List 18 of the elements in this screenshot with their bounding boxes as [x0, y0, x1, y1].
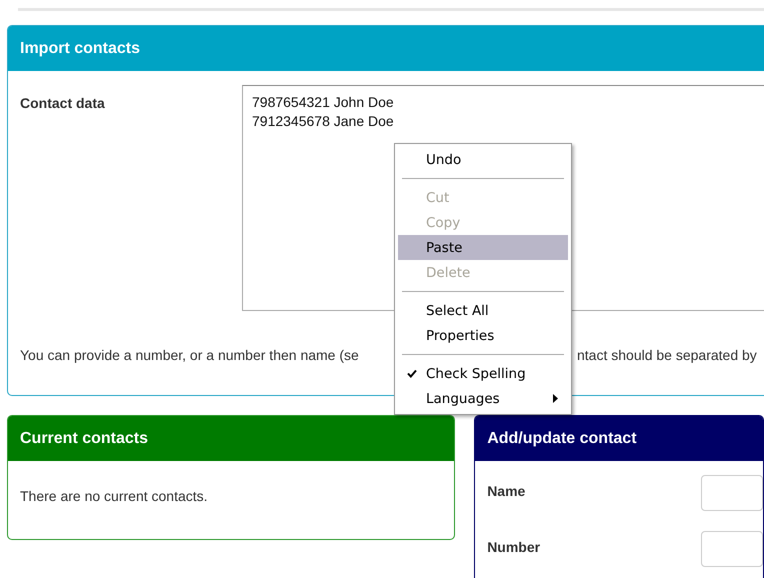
menu-item[interactable]: Properties	[398, 323, 568, 348]
menu-item[interactable]: Undo	[398, 147, 568, 172]
empty-message: There are no current contacts.	[20, 488, 208, 504]
submenu-arrow-icon	[553, 394, 558, 403]
menu-item[interactable]: Select All	[398, 298, 568, 323]
help-text: You can provide a number, or a number then name (se	[20, 347, 360, 363]
field-label: Name	[487, 482, 526, 501]
menu-item[interactable]: Check Spelling	[398, 361, 568, 386]
menu-item[interactable]: Paste	[398, 235, 568, 260]
help-text: ntact should be separated by	[577, 347, 757, 363]
panel-title: Add/update contact	[487, 430, 637, 448]
menu-item[interactable]: Languages	[398, 386, 568, 411]
input-field[interactable]	[701, 475, 763, 511]
field-label: Number	[487, 538, 540, 557]
input-field[interactable]	[701, 531, 763, 567]
field-label: Contact data	[20, 94, 106, 113]
panel-title: Import contacts	[20, 40, 140, 58]
panel-title: Current contacts	[20, 430, 148, 448]
